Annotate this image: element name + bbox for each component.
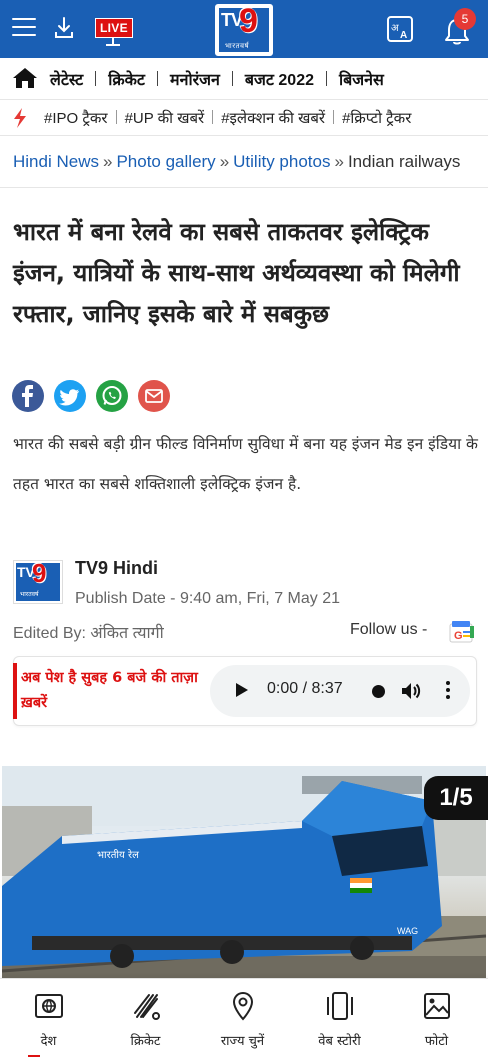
- trending-tag[interactable]: #इलेक्शन की खबरें: [221, 110, 325, 127]
- home-icon[interactable]: [12, 67, 38, 89]
- category-nav: लेटेस्ट क्रिकेट मनोरंजन बजट 2022 बिजनेस: [0, 58, 488, 100]
- audio-time: 0:00 / 8:37: [267, 680, 343, 697]
- tab-web-story[interactable]: वेब स्टोरी: [291, 979, 388, 1057]
- cricket-bat-icon: [134, 994, 160, 1020]
- loco-hindi-text: भारतीय रेल: [97, 849, 139, 861]
- avatar-nine-text: 9: [32, 558, 47, 588]
- locomotive-image: भारतीय रेल WAG: [2, 766, 486, 978]
- notification-count-badge: 5: [454, 8, 476, 30]
- breadcrumb-photo-gallery[interactable]: Photo gallery: [116, 152, 215, 171]
- nav-item-business[interactable]: बिजनेस: [339, 68, 384, 90]
- author-avatar: TV 9 भारतवर्ष: [13, 558, 63, 604]
- whatsapp-share-icon[interactable]: [96, 380, 129, 412]
- newspaper-icon: [35, 994, 63, 1018]
- trending-tag[interactable]: #IPO ट्रैकर: [44, 110, 108, 127]
- breadcrumb-utility-photos[interactable]: Utility photos: [233, 152, 330, 171]
- tab-label: राज्य चुनें: [220, 1034, 265, 1049]
- facebook-share-icon[interactable]: [12, 380, 44, 412]
- logo-nine-text: 9: [239, 2, 258, 40]
- tab-label: क्रिकेट: [130, 1034, 161, 1049]
- web-story-icon: [327, 992, 353, 1020]
- accent-bar: [13, 663, 17, 719]
- bottom-navigation: देश क्रिकेट राज्य चुनें वेब स्टोरी फोटो: [0, 978, 488, 1057]
- live-tv-button[interactable]: LIVE: [95, 17, 133, 47]
- nav-item-latest[interactable]: लेटेस्ट: [50, 68, 83, 90]
- nav-item-entertainment[interactable]: मनोरंजन: [170, 68, 220, 90]
- trending-tag[interactable]: #क्रिप्टो ट्रैकर: [342, 110, 411, 127]
- play-icon[interactable]: [236, 683, 248, 697]
- nav-item-budget[interactable]: बजट 2022: [245, 68, 314, 90]
- svg-text:G: G: [454, 630, 463, 642]
- google-news-icon[interactable]: G: [449, 620, 475, 644]
- twitter-share-icon[interactable]: [54, 380, 87, 412]
- edited-by: Edited By: अंकित त्यागी: [13, 625, 164, 642]
- hamburger-menu-icon[interactable]: [12, 18, 36, 38]
- svg-text:A: A: [400, 30, 407, 41]
- follow-us-label: Follow us -: [350, 621, 428, 638]
- audio-news-card: अब पेश है सुबह 6 बजे की ताज़ा ख़बरें 0:0…: [13, 656, 477, 726]
- svg-text:अ: अ: [391, 23, 399, 34]
- volume-icon[interactable]: [400, 681, 422, 701]
- publish-date: Publish Date - 9:40 am, Fri, 7 May 21: [75, 590, 340, 607]
- article-summary: भारत की सबसे बड़ी ग्रीन फील्ड विनिर्माण …: [13, 435, 478, 493]
- tv9-logo[interactable]: TV 9 भारतवर्ष: [215, 2, 273, 56]
- tab-photo[interactable]: फोटो: [388, 979, 485, 1057]
- share-bar: [12, 380, 175, 413]
- avatar-sub-text: भारतवर्ष: [20, 591, 39, 598]
- tab-select-state[interactable]: राज्य चुनें: [194, 979, 291, 1057]
- nav-item-cricket[interactable]: क्रिकेट: [108, 68, 145, 90]
- breadcrumb: Hindi News» Photo gallery» Utility photos»…: [13, 152, 461, 171]
- author-name[interactable]: TV9 Hindi: [75, 558, 158, 579]
- location-pin-icon: [232, 991, 254, 1021]
- audio-title: अब पेश है सुबह 6 बजे की ताज़ा ख़बरें: [21, 670, 198, 711]
- article-headline: भारत में बना रेलवे का सबसे ताकतवर इलेक्ट…: [13, 218, 460, 328]
- loco-model-text: WAG: [397, 926, 418, 936]
- gallery-photo[interactable]: भारतीय रेल WAG: [2, 766, 486, 978]
- download-icon[interactable]: [52, 15, 76, 41]
- tab-cricket[interactable]: क्रिकेट: [97, 979, 194, 1057]
- breadcrumb-current: Indian railways: [347, 152, 461, 171]
- translate-icon[interactable]: अ A: [386, 15, 416, 43]
- gallery-counter: 1/5: [424, 776, 488, 820]
- trending-tag[interactable]: #UP की खबरें: [125, 110, 205, 127]
- more-options-icon[interactable]: [446, 681, 450, 701]
- audio-player: 0:00 / 8:37: [210, 665, 470, 717]
- live-label: LIVE: [95, 18, 133, 38]
- photo-icon: [424, 993, 450, 1019]
- breadcrumb-hindi-news[interactable]: Hindi News: [13, 152, 99, 171]
- tab-label: फोटो: [424, 1034, 449, 1049]
- top-app-bar: LIVE TV 9 भारतवर्ष अ A 5: [0, 0, 488, 58]
- email-share-icon[interactable]: [138, 380, 171, 412]
- tab-desh[interactable]: देश: [0, 979, 97, 1057]
- logo-sub-text: भारतवर्ष: [225, 42, 250, 50]
- trending-tags: #IPO ट्रैकर #UP की खबरें #इलेक्शन की खबरें…: [0, 100, 488, 136]
- seek-handle[interactable]: [372, 685, 385, 698]
- tab-label: देश: [40, 1034, 57, 1049]
- lightning-icon: [14, 108, 26, 128]
- tab-label: वेब स्टोरी: [318, 1034, 361, 1049]
- divider: [0, 187, 488, 188]
